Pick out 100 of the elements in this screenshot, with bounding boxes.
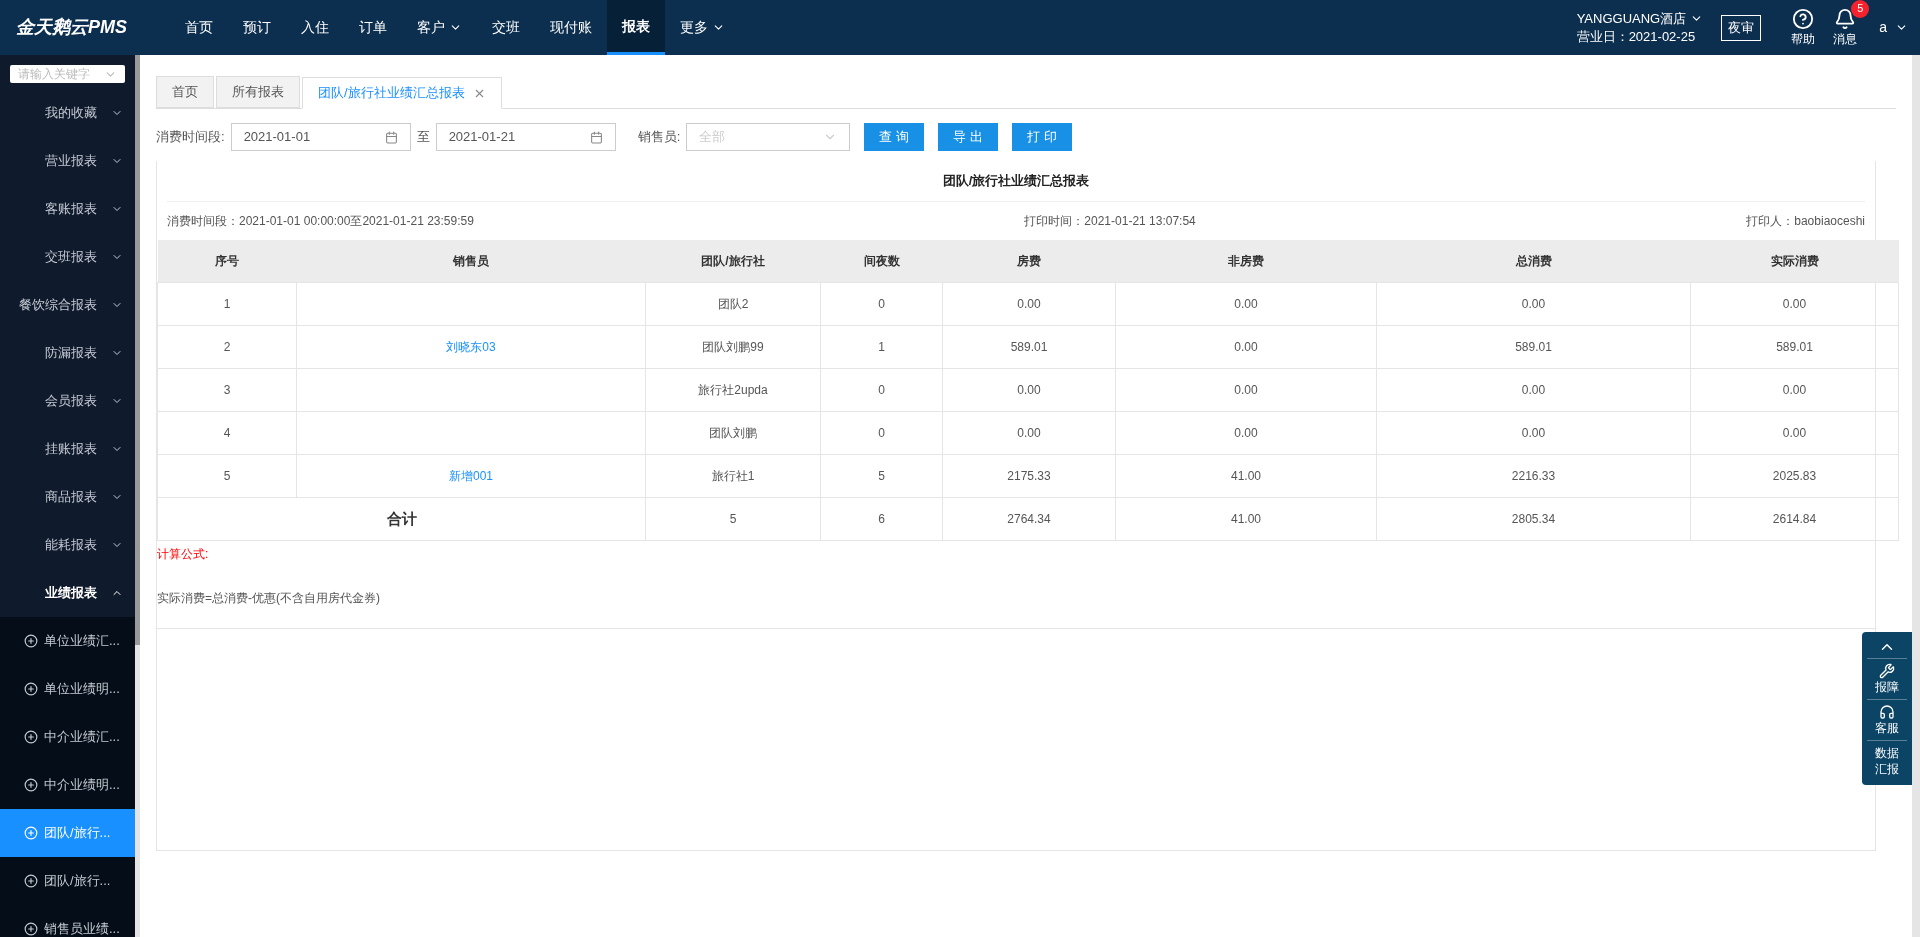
menu-group[interactable]: 我的收藏 [0,89,135,137]
table-cell: 0 [820,282,943,326]
plus-circle-icon [24,682,38,696]
night-audit-button[interactable]: 夜审 [1721,14,1762,41]
table-cell: 0.00 [942,411,1116,455]
table-cell: 589.01 [1376,325,1691,369]
float-panel-item[interactable]: 报障 [1867,658,1907,699]
menu-group[interactable]: 业绩报表 [0,569,135,617]
page-tab[interactable]: 所有报表 [216,76,300,108]
print-time-text: 打印时间：2021-01-21 13:07:54 [1024,212,1196,230]
table-cell: 4 [157,411,297,455]
menu-group[interactable]: 营业报表 [0,137,135,185]
table-cell: 旅行社1 [645,454,821,498]
table-cell: 2216.33 [1376,454,1691,498]
table-cell: 旅行社2upda [645,368,821,412]
search-input[interactable]: 请输入关键字 [18,65,98,83]
nav-tab[interactable]: 现付账 [535,0,607,55]
table-cell: 5 [157,454,297,498]
logo: 金天鹅云PMS [15,16,128,39]
menu-group[interactable]: 会员报表 [0,377,135,425]
plus-circle-icon [24,778,38,792]
search-field[interactable]: 请输入关键字 [10,65,125,83]
column-header: 总消费 [1376,239,1691,283]
table-cell: 5 [645,497,821,541]
table-cell: 0.00 [1115,368,1377,412]
menu-group[interactable]: 交班报表 [0,233,135,281]
calendar-icon [589,130,603,144]
table-cell: 团队刘鹏99 [645,325,821,369]
plus-circle-icon [24,826,38,840]
table-cell: 0.00 [1690,411,1899,455]
float-panel-item[interactable]: 数据汇报 [1867,740,1907,781]
help-icon [1792,7,1815,30]
bell-icon [1834,7,1857,30]
nav-tab[interactable]: 交班 [477,0,535,55]
menu-group[interactable]: 商品报表 [0,473,135,521]
period-text: 消费时间段：2021-01-01 00:00:00至2021-01-21 23:59:59 [167,212,474,230]
table-cell: 团队刘鹏 [645,411,821,455]
table-cell: 0.00 [1115,411,1377,455]
menu-group[interactable]: 餐饮综合报表 [0,281,135,329]
table-cell: 0.00 [942,282,1116,326]
help-button[interactable]: 帮助 [1791,7,1816,48]
nav-tab[interactable]: 预订 [228,0,286,55]
table-cell: 589.01 [1690,325,1899,369]
plus-circle-icon [24,874,38,888]
table-cell: 41.00 [1115,454,1377,498]
user-name[interactable]: a [1879,17,1887,38]
calendar-icon [384,130,398,144]
table-cell: 1 [157,282,297,326]
hotel-selector[interactable]: YANGGUANG酒店 营业日：2021-02-25 [1576,9,1704,46]
menu-item[interactable]: 团队/旅行... [0,857,135,905]
plus-circle-icon [24,922,38,936]
period-label: 消费时间段: [156,128,225,147]
table-cell: 6 [820,497,943,541]
nav-tab[interactable]: 入住 [286,0,344,55]
page-tab[interactable]: 首页 [156,76,214,108]
table-cell: 5 [820,454,943,498]
nav-tab[interactable]: 订单 [344,0,402,55]
menu-item[interactable]: 中介业绩明... [0,761,135,809]
menu-item[interactable]: 单位业绩明... [0,665,135,713]
headphones-icon [1879,704,1895,720]
menu-group[interactable]: 挂账报表 [0,425,135,473]
total-label: 合计 [157,497,646,541]
nav-tab[interactable]: 报表 [607,0,665,55]
wrench-icon [1879,663,1895,679]
menu-item[interactable]: 中介业绩汇... [0,713,135,761]
table-cell: 1 [820,325,943,369]
nav-tab[interactable]: 客户 [402,0,477,55]
menu-group[interactable]: 能耗报表 [0,521,135,569]
table-cell: 2 [157,325,297,369]
table-cell: 41.00 [1115,497,1377,541]
table-cell: 0.00 [1115,282,1377,326]
float-panel-item[interactable]: 客服 [1867,699,1907,740]
salesperson-label: 销售员: [637,128,681,147]
table-cell: 2175.33 [942,454,1116,498]
message-count-badge: 5 [1851,0,1870,18]
menu-item[interactable]: 销售员业绩... [0,905,135,937]
table-cell: 团队2 [645,282,821,326]
menu-item[interactable]: 单位业绩汇... [0,617,135,665]
start-date-field[interactable]: 2021-01-01 [230,123,411,151]
table-cell: 0 [820,368,943,412]
end-date-field[interactable]: 2021-01-21 [435,123,616,151]
column-header: 序号 [157,239,297,283]
nav-tab[interactable]: 首页 [170,0,228,55]
column-header: 房费 [942,239,1116,283]
table-cell: 0.00 [1376,411,1691,455]
printer-text: 打印人：baobiaoceshi [1746,212,1865,230]
table-cell: 0.00 [942,368,1116,412]
menu-group[interactable]: 防漏报表 [0,329,135,377]
table-cell: 0.00 [1690,282,1899,326]
table-cell: 2805.34 [1376,497,1691,541]
table-cell: 3 [157,368,297,412]
formula-title: 计算公式: [157,546,210,563]
table-cell: 0.00 [1690,368,1899,412]
nav-tab[interactable]: 更多 [665,0,740,55]
table-cell: 2764.34 [942,497,1116,541]
table-cell: 2614.84 [1690,497,1899,541]
formula-text: 实际消费=总消费-优惠(不含自用房代金券) [157,590,381,607]
menu-group[interactable]: 客账报表 [0,185,135,233]
to-label: 至 [416,128,430,147]
table-cell: 0 [820,411,943,455]
